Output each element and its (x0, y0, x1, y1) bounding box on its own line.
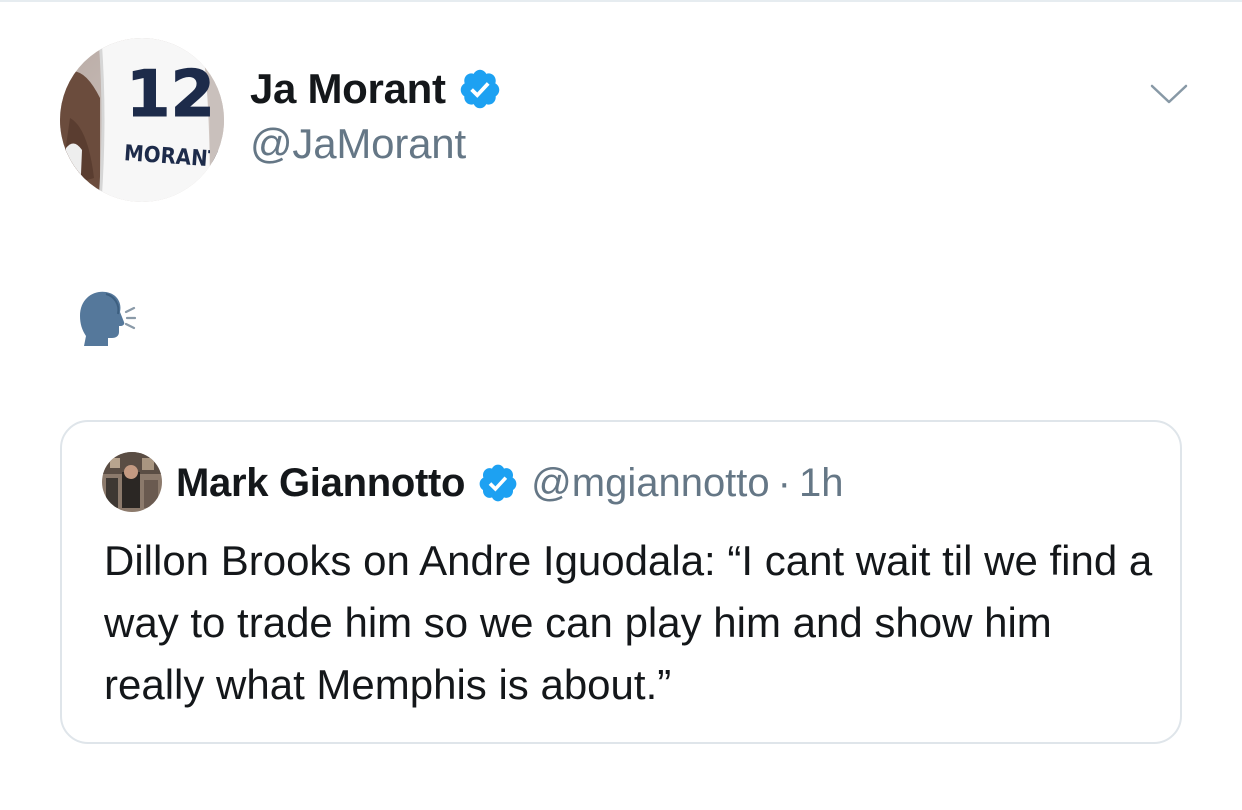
separator-dot: · (777, 460, 791, 505)
verified-badge-icon (460, 69, 499, 109)
quoted-header: Mark Giannotto @mgiannotto · 1h (176, 458, 843, 508)
chevron-down-icon[interactable] (1148, 80, 1190, 108)
author-handle[interactable]: @JaMorant (250, 120, 466, 168)
quoted-handle[interactable]: @mgiannotto (531, 461, 770, 506)
quoted-display-name[interactable]: Mark Giannotto (176, 461, 465, 506)
author-avatar[interactable]: 12 MORANT (60, 38, 224, 202)
author-display-name[interactable]: Ja Morant (250, 65, 446, 113)
author-name-row: Ja Morant (250, 62, 502, 116)
quoted-tweet-text: Dillon Brooks on Andre Iguodala: “I cant… (104, 537, 1153, 708)
verified-badge-icon (479, 464, 517, 502)
avatar-jersey-number: 12 (126, 58, 215, 132)
quoted-timestamp[interactable]: 1h (799, 461, 844, 506)
quoted-tweet-card[interactable]: Mark Giannotto @mgiannotto · 1h Dillon B… (60, 420, 1182, 744)
speaking-head-emoji (80, 291, 136, 346)
top-divider (0, 0, 1242, 2)
quoted-author-avatar[interactable] (102, 452, 162, 512)
